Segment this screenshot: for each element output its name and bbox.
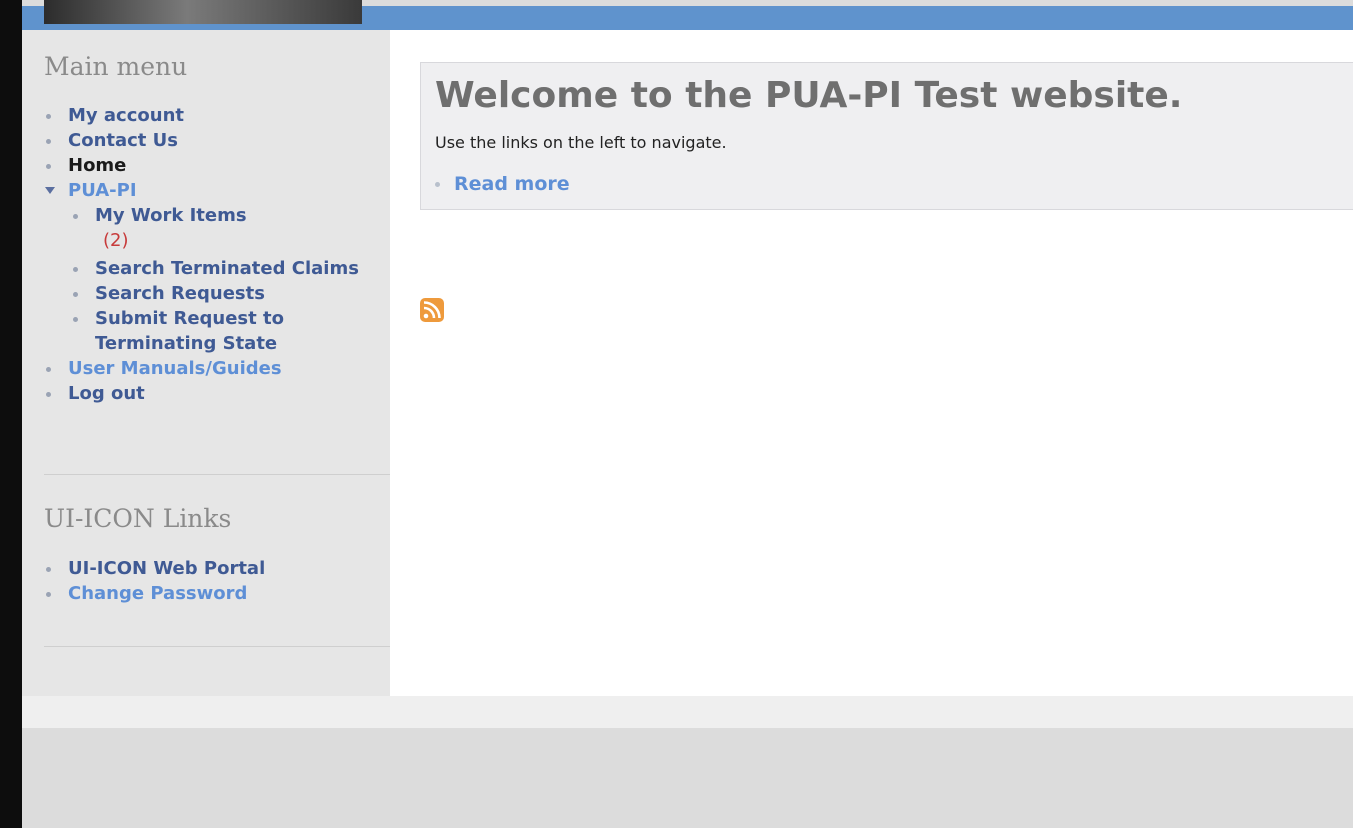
window-frame-left — [0, 0, 22, 828]
rss-feed-glyph — [423, 301, 441, 319]
submenu-item-search-requests: Search Requests — [68, 281, 390, 306]
menu-item-pua-pi: PUA-PI My Work Items (2) Search Terminat… — [44, 178, 390, 356]
contact-us-link[interactable]: Contact Us — [68, 130, 178, 151]
bullet-icon — [46, 567, 51, 572]
uiicon-web-portal-link[interactable]: UI-ICON Web Portal — [68, 558, 265, 579]
bullet-icon — [46, 164, 51, 169]
welcome-node: Welcome to the PUA-PI Test website. Use … — [420, 62, 1353, 210]
search-terminated-claims-link[interactable]: Search Terminated Claims — [95, 258, 359, 279]
bullet-icon — [46, 592, 51, 597]
bullet-icon — [73, 214, 78, 219]
search-requests-link[interactable]: Search Requests — [95, 283, 265, 304]
menu-item-user-manuals: User Manuals/Guides — [44, 356, 390, 381]
read-more-link[interactable]: Read more — [454, 173, 570, 195]
bullet-icon — [46, 139, 51, 144]
bullet-icon — [435, 182, 440, 187]
bullet-icon — [46, 367, 51, 372]
submit-request-link[interactable]: Submit Request to Terminating State — [95, 308, 284, 354]
my-account-link[interactable]: My account — [68, 105, 184, 126]
main-content: Welcome to the PUA-PI Test website. Use … — [390, 30, 1353, 696]
submenu-item-submit-request: Submit Request to Terminating State — [68, 306, 390, 356]
sidebar-divider — [44, 474, 392, 475]
bullet-icon — [46, 392, 51, 397]
my-work-items-link[interactable]: My Work Items — [95, 205, 247, 226]
submenu-item-search-terminated-claims: Search Terminated Claims — [68, 253, 390, 281]
pua-pi-link[interactable]: PUA-PI — [68, 180, 137, 201]
bullet-icon — [73, 317, 78, 322]
sidebar: Main menu My account Contact Us Home PUA… — [22, 30, 392, 696]
menu-item-log-out: Log out — [44, 381, 390, 406]
rss-feed-icon[interactable] — [420, 298, 444, 322]
footer-strip — [22, 696, 1353, 728]
work-items-count: (2) — [103, 230, 129, 251]
node-links: Read more — [435, 173, 570, 195]
expanded-triangle-icon — [45, 187, 55, 194]
home-link[interactable]: Home — [68, 155, 126, 176]
node-body-text: Use the links on the left to navigate. — [435, 133, 727, 152]
uiicon-links-title: UI-ICON Links — [44, 504, 232, 533]
menu-item-home: Home — [44, 153, 390, 178]
uiicon-links-menu: UI-ICON Web Portal Change Password — [44, 556, 265, 606]
pua-pi-submenu: My Work Items (2) Search Terminated Clai… — [68, 203, 390, 356]
submenu-item-my-work-items: My Work Items (2) — [68, 203, 390, 253]
bullet-icon — [73, 267, 78, 272]
change-password-link[interactable]: Change Password — [68, 583, 247, 604]
bullet-icon — [73, 292, 78, 297]
page-title: Welcome to the PUA-PI Test website. — [435, 75, 1183, 116]
main-menu-title: Main menu — [44, 52, 188, 81]
sidebar-divider — [44, 646, 392, 647]
bullet-icon — [46, 114, 51, 119]
user-manuals-link[interactable]: User Manuals/Guides — [68, 358, 282, 379]
header-banner-image — [44, 0, 362, 24]
menu-item-contact-us: Contact Us — [44, 128, 390, 153]
log-out-link[interactable]: Log out — [68, 383, 145, 404]
menu-item-uiicon-web-portal: UI-ICON Web Portal — [44, 556, 265, 581]
main-menu: My account Contact Us Home PUA-PI My Wor… — [44, 103, 390, 406]
menu-item-my-account: My account — [44, 103, 390, 128]
footer — [22, 728, 1353, 828]
menu-item-change-password: Change Password — [44, 581, 265, 606]
